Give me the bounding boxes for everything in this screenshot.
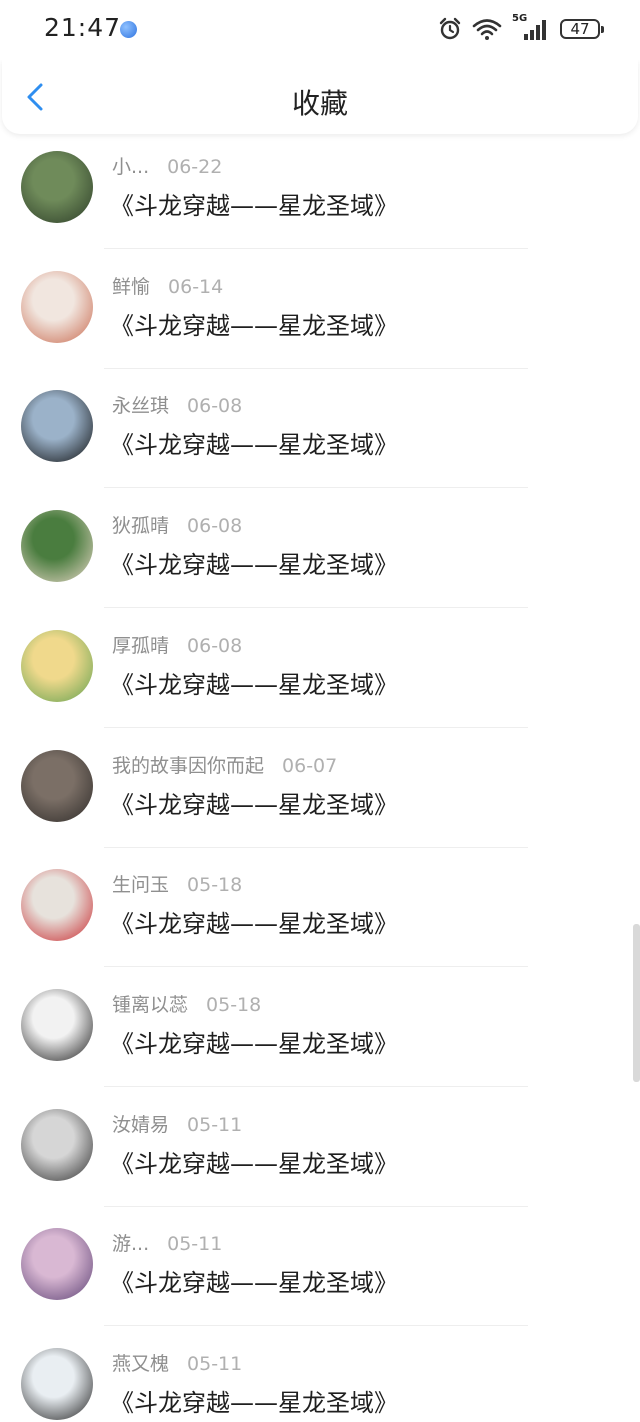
item-date: 06-08 bbox=[187, 634, 243, 657]
item-meta: 小... 06-22 bbox=[112, 152, 223, 178]
item-date: 06-22 bbox=[167, 156, 223, 178]
list-item[interactable]: 厚孤晴 06-08 《斗龙穿越——星龙圣域》 bbox=[0, 624, 640, 744]
avatar[interactable] bbox=[21, 510, 93, 583]
item-date: 06-07 bbox=[282, 754, 338, 777]
item-title[interactable]: 《斗龙穿越——星龙圣域》 bbox=[110, 904, 398, 939]
item-title[interactable]: 《斗龙穿越——星龙圣域》 bbox=[110, 1024, 398, 1059]
status-time: 21:47 bbox=[44, 13, 122, 42]
list-item[interactable]: 狄孤晴 06-08 《斗龙穿越——星龙圣域》 bbox=[0, 504, 640, 624]
item-date: 05-11 bbox=[187, 1113, 243, 1136]
item-meta: 鲜愉 06-14 bbox=[112, 272, 224, 298]
avatar[interactable] bbox=[21, 869, 93, 942]
item-meta: 游... 05-11 bbox=[112, 1229, 223, 1256]
battery-indicator: 47 bbox=[560, 19, 604, 39]
item-meta: 厚孤晴 06-08 bbox=[112, 631, 243, 657]
item-meta: 燕又槐 05-11 bbox=[112, 1349, 243, 1375]
status-bar: 21:47 5G 47 bbox=[0, 0, 640, 60]
item-date: 05-18 bbox=[206, 993, 262, 1016]
network-type-label: 5G bbox=[512, 13, 528, 24]
divider bbox=[104, 966, 528, 968]
avatar[interactable] bbox=[21, 988, 93, 1061]
item-title[interactable]: 《斗龙穿越——星龙圣域》 bbox=[110, 665, 398, 700]
divider bbox=[104, 1325, 528, 1327]
author-name[interactable]: 我的故事因你而起 bbox=[112, 755, 264, 777]
avatar[interactable] bbox=[21, 390, 93, 463]
page-title: 收藏 bbox=[291, 87, 348, 120]
author-name[interactable]: 狄孤晴 bbox=[112, 515, 169, 537]
alarm-icon bbox=[438, 17, 462, 41]
item-title[interactable]: 《斗龙穿越——星龙圣域》 bbox=[110, 1383, 398, 1418]
author-name[interactable]: 燕又槐 bbox=[112, 1353, 169, 1375]
list-item[interactable]: 生问玉 05-18 《斗龙穿越——星龙圣域》 bbox=[0, 863, 640, 983]
app-notification-icon bbox=[120, 21, 137, 38]
divider bbox=[104, 248, 528, 249]
divider bbox=[104, 846, 528, 848]
item-title[interactable]: 《斗龙穿越——星龙圣域》 bbox=[110, 425, 398, 460]
item-date: 06-08 bbox=[187, 515, 243, 538]
author-name[interactable]: 生问玉 bbox=[112, 874, 169, 896]
item-date: 05-11 bbox=[167, 1233, 223, 1256]
favorites-screen: 小... 06-22 《斗龙穿越——星龙圣域》 鲜愉 06-14 《斗龙穿越——星龙圣域》… bbox=[0, 0, 640, 1422]
item-meta: 生问玉 05-18 bbox=[112, 870, 243, 897]
item-title[interactable]: 《斗龙穿越——星龙圣域》 bbox=[110, 306, 398, 341]
avatar[interactable] bbox=[21, 749, 93, 822]
item-meta: 我的故事因你而起 06-07 bbox=[112, 751, 338, 777]
item-title[interactable]: 《斗龙穿越——星龙圣域》 bbox=[110, 545, 398, 580]
cellular-signal-icon: 5G bbox=[512, 13, 550, 42]
item-date: 06-08 bbox=[187, 395, 243, 418]
divider bbox=[104, 1205, 528, 1207]
navigation-header: 收藏 bbox=[2, 60, 638, 134]
divider bbox=[104, 607, 528, 609]
avatar[interactable] bbox=[21, 629, 93, 702]
list-item[interactable]: 小... 06-22 《斗龙穿越——星龙圣域》 bbox=[0, 145, 640, 265]
scrollbar[interactable] bbox=[633, 924, 640, 1082]
divider bbox=[104, 487, 528, 489]
item-title[interactable]: 《斗龙穿越——星龙圣域》 bbox=[110, 785, 398, 820]
wifi-icon bbox=[472, 17, 502, 41]
item-date: 05-11 bbox=[187, 1353, 243, 1375]
item-title[interactable]: 《斗龙穿越——星龙圣域》 bbox=[110, 186, 398, 221]
divider bbox=[104, 726, 528, 728]
avatar[interactable] bbox=[21, 1228, 93, 1301]
list-item[interactable]: 我的故事因你而起 06-07 《斗龙穿越——星龙圣域》 bbox=[0, 744, 640, 864]
item-meta: 汝婧易 05-11 bbox=[112, 1110, 243, 1136]
item-meta: 永丝琪 06-08 bbox=[112, 391, 243, 418]
author-name[interactable]: 游... bbox=[112, 1233, 149, 1255]
list-item[interactable]: 锺离以蕊 05-18 《斗龙穿越——星龙圣域》 bbox=[0, 983, 640, 1103]
author-name[interactable]: 小... bbox=[112, 156, 149, 178]
author-name[interactable]: 汝婧易 bbox=[112, 1114, 169, 1136]
list-item[interactable]: 永丝琪 06-08 《斗龙穿越——星龙圣域》 bbox=[0, 384, 640, 504]
author-name[interactable]: 厚孤晴 bbox=[112, 635, 169, 657]
item-title[interactable]: 《斗龙穿越——星龙圣域》 bbox=[110, 1144, 398, 1179]
item-meta: 狄孤晴 06-08 bbox=[112, 511, 243, 538]
divider bbox=[104, 1085, 528, 1087]
list-item[interactable]: 燕又槐 05-11 《斗龙穿越——星龙圣域》 bbox=[0, 1342, 640, 1422]
item-title[interactable]: 《斗龙穿越——星龙圣域》 bbox=[110, 1263, 398, 1298]
avatar[interactable] bbox=[21, 151, 93, 223]
avatar[interactable] bbox=[21, 1348, 93, 1420]
author-name[interactable]: 锺离以蕊 bbox=[112, 994, 188, 1016]
avatar[interactable] bbox=[21, 270, 93, 343]
list-item[interactable]: 游... 05-11 《斗龙穿越——星龙圣域》 bbox=[0, 1222, 640, 1342]
item-meta: 锺离以蕊 05-18 bbox=[112, 990, 262, 1016]
list-item[interactable]: 汝婧易 05-11 《斗龙穿越——星龙圣域》 bbox=[0, 1103, 640, 1223]
author-name[interactable]: 鲜愉 bbox=[112, 276, 150, 298]
avatar[interactable] bbox=[21, 1108, 93, 1181]
list-item[interactable]: 鲜愉 06-14 《斗龙穿越——星龙圣域》 bbox=[0, 265, 640, 385]
item-date: 06-14 bbox=[168, 275, 224, 298]
status-icons: 5G 47 bbox=[438, 13, 604, 44]
divider bbox=[104, 367, 528, 369]
item-date: 05-18 bbox=[187, 874, 243, 897]
author-name[interactable]: 永丝琪 bbox=[112, 395, 169, 417]
